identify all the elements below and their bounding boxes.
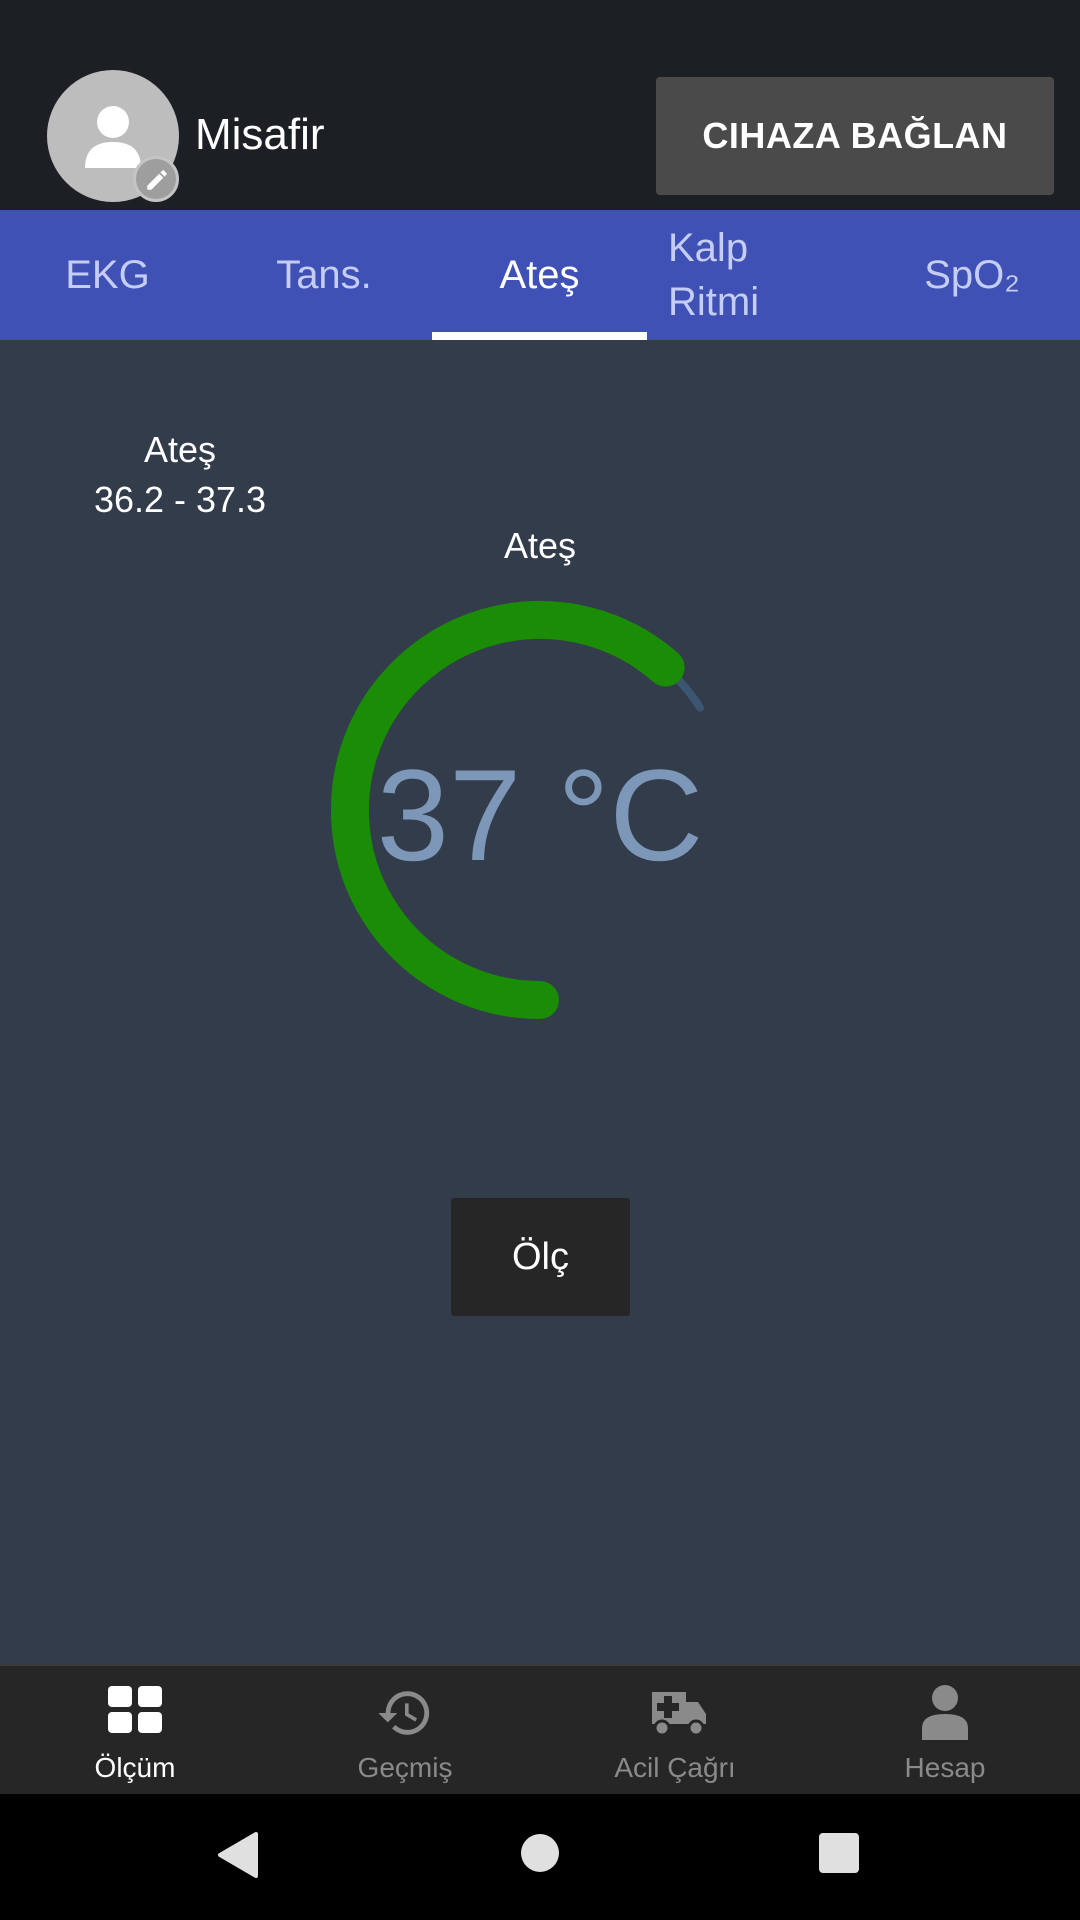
pencil-icon [147, 170, 167, 190]
user-name: Misafir [195, 110, 325, 159]
nav-hesap[interactable]: Hesap [810, 1666, 1080, 1796]
tab-ates[interactable]: Ateş [432, 210, 647, 340]
measure-button[interactable]: Ölç [451, 1198, 630, 1316]
ambulance-icon [652, 1692, 706, 1737]
active-tab-indicator [432, 332, 647, 340]
nav-acil-cagri[interactable]: Acil Çağrı [540, 1666, 810, 1796]
range-value: 36.2 - 37.3 [93, 479, 267, 520]
tab-ekg[interactable]: EKG [0, 210, 215, 340]
app-header: Misafir CIHAZA BAĞLAN [0, 0, 1080, 210]
system-navigation-bar [0, 1794, 1080, 1920]
nav-gecmis-label: Geçmiş [357, 1752, 453, 1783]
nav-gecmis[interactable]: Geçmiş [270, 1666, 540, 1796]
tab-tansiyon[interactable]: Tans. [216, 210, 432, 340]
gauge-title: Ateş [503, 525, 577, 566]
recents-icon[interactable] [818, 1832, 860, 1874]
edit-avatar-button[interactable] [133, 156, 179, 202]
back-icon[interactable] [216, 1830, 260, 1880]
bottom-navigation: Ölçüm Geçmiş Acil Çağrı Hesap [0, 1664, 1080, 1796]
nav-hesap-label: Hesap [904, 1752, 986, 1783]
tab-spo2[interactable]: SpO₂ [864, 210, 1080, 340]
nav-olcum[interactable]: Ölçüm [0, 1666, 270, 1796]
reference-range: Ateş 36.2 - 37.3 [60, 425, 300, 525]
tab-kalp-ritmi-label: Kalp Ritmi [668, 226, 760, 324]
measurement-tabs: EKG Tans. Ateş Kalp Ritmi SpO₂ [0, 210, 1080, 340]
avatar[interactable] [47, 70, 179, 202]
tab-kalp-ritmi[interactable]: Kalp Ritmi [648, 210, 864, 340]
nav-acil-cagri-label: Acil Çağrı [614, 1752, 736, 1783]
dashboard-icon [108, 1686, 162, 1733]
range-title: Ateş [143, 429, 217, 470]
history-icon [378, 1691, 430, 1735]
nav-olcum-label: Ölçüm [94, 1752, 176, 1783]
person-icon [85, 106, 141, 168]
home-icon[interactable] [519, 1832, 561, 1874]
gauge-value: 37 °C [376, 742, 704, 888]
connect-device-button[interactable]: CIHAZA BAĞLAN [656, 77, 1054, 195]
person-icon [922, 1685, 968, 1740]
